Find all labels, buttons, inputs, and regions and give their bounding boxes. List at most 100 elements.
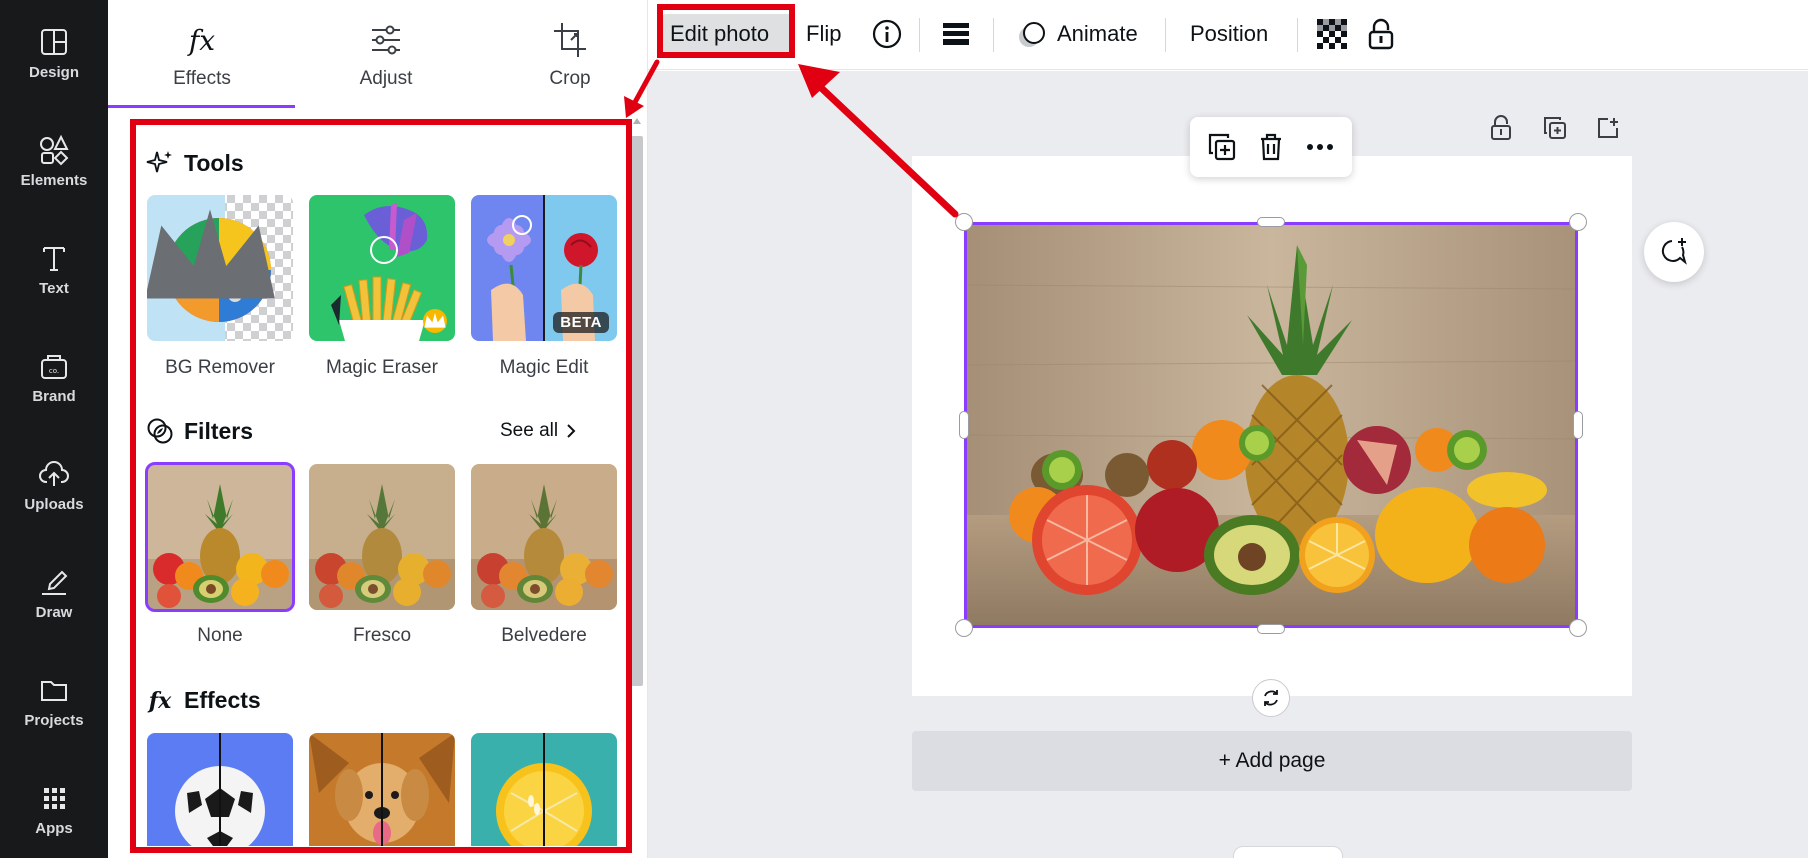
toolbar-separator: [1297, 18, 1298, 52]
panel-scrollbar[interactable]: [631, 118, 643, 858]
rail-item-uploads[interactable]: Uploads: [0, 454, 108, 544]
lock-icon: [1368, 18, 1394, 50]
animate-icon: [1019, 22, 1045, 47]
beta-badge: BETA: [553, 312, 609, 333]
rail-item-text[interactable]: Text: [0, 238, 108, 328]
scroll-up-arrow[interactable]: [633, 118, 641, 124]
selected-photo[interactable]: [964, 222, 1578, 628]
tab-adjust[interactable]: Adjust: [293, 0, 479, 108]
rail-item-elements[interactable]: Elements: [0, 130, 108, 220]
border-style-button[interactable]: [933, 14, 979, 54]
resize-handle-bottom-right[interactable]: [1569, 619, 1587, 637]
panel-tabs: fx Effects Adjust Crop: [108, 0, 648, 110]
tool-label: Magic Eraser: [326, 357, 438, 378]
brand-icon: co.: [41, 355, 67, 379]
add-comment-button[interactable]: [1644, 222, 1704, 282]
filter-none[interactable]: [145, 462, 295, 612]
rail-label: Design: [28, 64, 79, 81]
resize-handle-left[interactable]: [959, 411, 969, 439]
position-label: Position: [1190, 21, 1269, 46]
rail-label: Elements: [20, 172, 88, 189]
toolbar-separator: [993, 18, 994, 52]
canvas-stage: + Add page: [648, 71, 1808, 858]
animate-button[interactable]: Animate: [1009, 14, 1146, 54]
flip-button[interactable]: Flip: [798, 14, 849, 54]
context-toolbar: Edit photo Flip Animate Position: [648, 0, 1808, 70]
element-floating-toolbar: [1190, 117, 1352, 177]
effect-orange[interactable]: [471, 733, 617, 846]
lock-page-button[interactable]: [1486, 113, 1516, 143]
tool-magic-eraser[interactable]: [309, 195, 455, 341]
active-tab-indicator: [108, 105, 295, 108]
duplicate-page-button[interactable]: [1540, 113, 1570, 143]
rail-item-projects[interactable]: Projects: [0, 670, 108, 760]
resize-handle-right[interactable]: [1573, 411, 1583, 439]
more-options-button[interactable]: [1300, 127, 1340, 167]
resize-handle-top[interactable]: [1257, 217, 1285, 227]
info-icon: [872, 19, 902, 49]
resize-handle-bottom-left[interactable]: [955, 619, 973, 637]
edit-photo-panel: fx Effects Adjust Crop Tools BG Remover …: [108, 0, 648, 858]
resize-handle-top-left[interactable]: [955, 213, 973, 231]
trash-icon: [1260, 133, 1281, 161]
tab-effects[interactable]: fx Effects: [109, 0, 295, 108]
tab-crop[interactable]: Crop: [477, 0, 663, 108]
page-nav-pill[interactable]: [1233, 846, 1343, 858]
see-all-label: See all: [500, 420, 559, 441]
resize-handle-top-right[interactable]: [1569, 213, 1587, 231]
border-style-icon: [943, 23, 969, 45]
add-page-icon-button[interactable]: [1593, 113, 1623, 143]
duplicate-button[interactable]: [1202, 127, 1242, 167]
effect-soccer[interactable]: [147, 733, 293, 846]
delete-button[interactable]: [1251, 127, 1291, 167]
rail-label: Text: [39, 280, 69, 297]
info-button[interactable]: [864, 14, 910, 54]
add-page-label: + Add page: [1218, 749, 1326, 772]
position-button[interactable]: Position: [1182, 14, 1276, 54]
crown-icon: [424, 313, 446, 328]
lock-button[interactable]: [1360, 14, 1402, 54]
tools-section-header: Tools: [146, 148, 244, 178]
fruit-thumbnail: [309, 464, 455, 610]
filter-label: Fresco: [352, 625, 412, 646]
rail-item-design[interactable]: Design: [0, 22, 108, 112]
rail-item-apps[interactable]: Apps: [0, 778, 108, 858]
scroll-thumb[interactable]: [631, 136, 643, 686]
section-title: Filters: [184, 417, 254, 444]
rail-label: Apps: [35, 820, 73, 837]
pen-icon: [42, 570, 68, 595]
orange-slice-image: [471, 733, 617, 846]
duplicate-icon: [1544, 117, 1566, 139]
tab-label: Effects: [173, 68, 231, 89]
rotate-handle[interactable]: [1252, 679, 1290, 717]
tab-label: Crop: [549, 68, 591, 89]
add-page-button[interactable]: + Add page: [912, 731, 1632, 791]
toolbar-separator: [919, 18, 920, 52]
resize-handle-bottom[interactable]: [1257, 624, 1285, 634]
filters-section-header: Filters: [146, 416, 253, 446]
filter-label: None: [197, 625, 243, 646]
rail-item-brand[interactable]: co. Brand: [0, 346, 108, 436]
sliders-icon: [372, 25, 400, 55]
premium-crown-badge: [423, 309, 447, 333]
fruit-thumbnail: [471, 464, 617, 610]
fx-icon: fx: [187, 24, 215, 57]
tool-magic-edit[interactable]: BETA: [471, 195, 617, 341]
filter-fresco[interactable]: [309, 464, 455, 610]
folder-icon: [41, 681, 67, 701]
edit-photo-label: Edit photo: [670, 21, 770, 46]
add-page-icon: [1598, 118, 1618, 138]
edit-photo-button[interactable]: Edit photo: [662, 14, 794, 54]
left-rail: Design Elements Text co. Brand Uploads D…: [0, 0, 108, 858]
filter-belvedere[interactable]: [471, 464, 617, 610]
more-icon: [1306, 144, 1333, 150]
filters-see-all-link[interactable]: See all: [500, 420, 576, 442]
effect-dog[interactable]: [309, 733, 455, 846]
soccer-ball-image: [147, 733, 293, 846]
filter-label: Belvedere: [501, 625, 587, 646]
transparency-button[interactable]: [1309, 14, 1355, 54]
fruit-photo: [967, 225, 1575, 625]
tool-bg-remover[interactable]: [147, 195, 293, 341]
svg-text:co.: co.: [49, 367, 59, 375]
rail-item-draw[interactable]: Draw: [0, 562, 108, 652]
